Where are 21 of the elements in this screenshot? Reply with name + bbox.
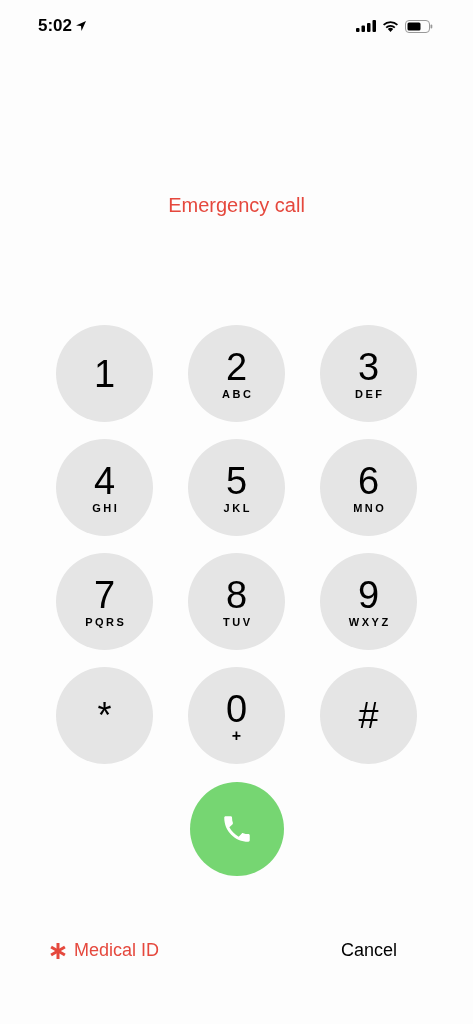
dial-key[interactable]: # [320, 667, 417, 764]
dial-key[interactable]: 7 PQRS [56, 553, 153, 650]
location-arrow-icon [75, 20, 88, 32]
medical-id-button[interactable]: Medical ID [50, 940, 160, 961]
wifi-icon [382, 20, 399, 32]
dial-key[interactable]: 5 JKL [188, 439, 285, 536]
emergency-call-title: Emergency call [168, 194, 305, 217]
dial-key[interactable]: 2 ABC [188, 325, 285, 422]
cancel-button[interactable]: Cancel [340, 940, 397, 961]
dial-key[interactable]: 8 TUV [188, 553, 285, 650]
battery-icon [405, 19, 433, 33]
dial-key[interactable]: 6 MNO [320, 439, 417, 536]
dial-key[interactable]: 0 + [188, 667, 285, 764]
status-time: 5:02 [38, 16, 73, 36]
asterisk-icon [50, 942, 66, 959]
signal-icon [356, 20, 376, 32]
dial-key[interactable]: 4 GHI [56, 439, 153, 536]
dial-key[interactable]: 1 [56, 325, 153, 422]
dial-key[interactable]: 3 DEF [320, 325, 417, 422]
dial-key[interactable]: * [56, 667, 153, 764]
dial-key[interactable]: 9 WXYZ [320, 553, 417, 650]
